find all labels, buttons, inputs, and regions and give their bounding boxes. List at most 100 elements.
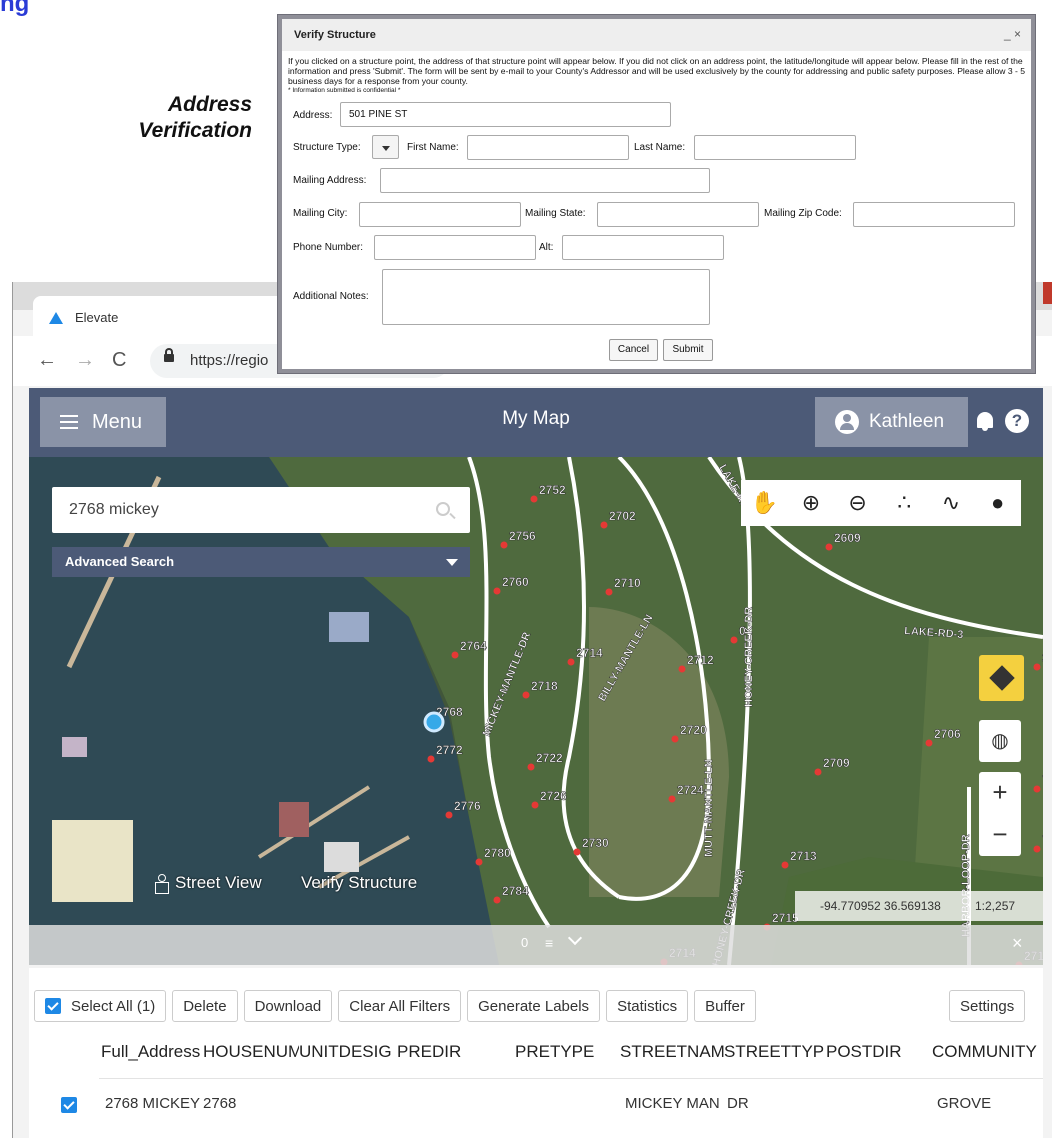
forward-arrow-icon[interactable]: →	[75, 348, 95, 372]
phone-number-field[interactable]	[374, 235, 536, 260]
select-all-checkbox[interactable]	[45, 998, 61, 1014]
points-icon[interactable]: ∴	[886, 490, 922, 516]
street-view-link[interactable]: Street View	[155, 873, 262, 894]
menu-button[interactable]: Menu	[40, 397, 166, 447]
address-point[interactable]	[493, 587, 501, 595]
address-point[interactable]	[1033, 845, 1041, 853]
alt-phone-field[interactable]	[562, 235, 724, 260]
street-label: HARBOR-LOOP-DR	[960, 834, 972, 937]
address-point[interactable]	[475, 858, 483, 866]
address-point[interactable]	[531, 801, 539, 809]
dialog-titlebar[interactable]: Verify Structure _ ×	[282, 19, 1031, 51]
select-all-button[interactable]: Select All (1)	[34, 990, 167, 1022]
coordinates-text: -94.770952 36.569138	[820, 899, 941, 913]
address-point[interactable]	[527, 763, 535, 771]
basemap-globe-button[interactable]: ◍	[979, 720, 1021, 762]
address-point-label: 2722	[536, 751, 563, 765]
statistics-button[interactable]: Statistics	[606, 990, 689, 1022]
zoom-in-tool-icon[interactable]: ⊕	[793, 490, 829, 516]
address-point[interactable]	[925, 739, 933, 747]
column-header[interactable]: COMMUNITY	[932, 1042, 1043, 1062]
street-view-thumbnail[interactable]	[52, 820, 133, 902]
address-point[interactable]	[427, 755, 435, 763]
help-icon[interactable]: ?	[1005, 409, 1029, 433]
zoom-out-button[interactable]: −	[979, 814, 1021, 856]
address-point[interactable]	[567, 658, 575, 666]
clear-all-filters-button[interactable]: Clear All Filters	[338, 990, 462, 1022]
submit-button[interactable]: Submit	[663, 339, 713, 361]
address-point[interactable]	[493, 896, 501, 904]
column-header[interactable]: Full_Address	[101, 1042, 203, 1062]
row-checkbox[interactable]	[61, 1097, 77, 1113]
pan-icon[interactable]: ✋	[746, 490, 782, 516]
address-point[interactable]	[668, 795, 676, 803]
additional-notes-field[interactable]	[382, 269, 710, 325]
search-input[interactable]	[52, 487, 432, 533]
reload-icon[interactable]: C	[112, 348, 126, 372]
first-name-field[interactable]	[467, 135, 629, 160]
close-icon[interactable]: ×	[1012, 933, 1023, 954]
verify-structure-link[interactable]: Verify Structure	[301, 873, 417, 893]
app-header: Menu My Map Kathleen ?	[29, 388, 1043, 457]
address-point[interactable]	[530, 495, 538, 503]
address-field[interactable]	[340, 102, 671, 127]
elevate-favicon-icon	[49, 312, 63, 324]
advanced-search-dropdown[interactable]: Advanced Search	[52, 547, 470, 577]
column-header[interactable]: PREDIR	[397, 1042, 487, 1062]
map-view[interactable]: 2752 2702 2756 2609 2760 2710 2764 2714 2712 2718…	[29, 457, 1043, 965]
list-icon[interactable]: ≡	[545, 935, 553, 951]
results-toggle-bar[interactable]: 0 ≡ ×	[29, 925, 1043, 965]
address-point[interactable]	[1033, 785, 1041, 793]
cancel-button[interactable]: Cancel	[609, 339, 658, 361]
address-point-label: 2714	[576, 646, 603, 660]
delete-button[interactable]: Delete	[172, 990, 238, 1022]
table-header: Full_Address HOUSENUM UNITDESIG PREDIR P…	[29, 1042, 1043, 1074]
dialog-window-controls[interactable]: _ ×	[1004, 27, 1021, 41]
column-header[interactable]: STREETTYP	[724, 1042, 824, 1062]
column-header[interactable]: HOUSENUM	[203, 1042, 299, 1062]
zoom-in-button[interactable]: +	[979, 772, 1021, 814]
last-name-field[interactable]	[694, 135, 856, 160]
back-arrow-icon[interactable]: ←	[37, 348, 57, 372]
palette-icon[interactable]: ●	[980, 490, 1016, 516]
address-point[interactable]	[451, 651, 459, 659]
address-point[interactable]	[522, 691, 530, 699]
address-point[interactable]	[678, 665, 686, 673]
user-button[interactable]: Kathleen	[815, 397, 968, 447]
address-point[interactable]	[825, 543, 833, 551]
zoom-out-tool-icon[interactable]: ⊖	[840, 490, 876, 516]
address-point[interactable]	[730, 636, 738, 644]
address-point[interactable]	[814, 768, 822, 776]
window-close-area[interactable]	[1043, 282, 1052, 304]
bell-icon[interactable]	[977, 412, 993, 431]
generate-labels-button[interactable]: Generate Labels	[467, 990, 601, 1022]
layers-button[interactable]	[979, 655, 1024, 701]
address-point[interactable]	[781, 861, 789, 869]
browser-tab[interactable]: Elevate	[33, 296, 303, 336]
freehand-icon[interactable]: ∿	[933, 490, 969, 516]
chevron-down-icon[interactable]	[567, 930, 583, 946]
column-header[interactable]: UNITDESIG	[299, 1042, 395, 1062]
mailing-state-field[interactable]	[597, 202, 759, 227]
structure-type-select[interactable]	[372, 135, 399, 159]
search-icon[interactable]	[436, 502, 450, 516]
address-point[interactable]	[573, 848, 581, 856]
address-point[interactable]	[671, 735, 679, 743]
mailing-zip-field[interactable]	[853, 202, 1015, 227]
address-point[interactable]	[605, 588, 613, 596]
mailing-city-field[interactable]	[359, 202, 521, 227]
mailing-address-field[interactable]	[380, 168, 710, 193]
address-point[interactable]	[500, 541, 508, 549]
column-header[interactable]: STREETNAME	[620, 1042, 724, 1062]
download-button[interactable]: Download	[243, 990, 333, 1022]
buffer-button[interactable]: Buffer	[694, 990, 756, 1022]
pegman-icon	[155, 874, 169, 894]
column-header[interactable]: POSTDIR	[826, 1042, 926, 1062]
address-point[interactable]	[1033, 663, 1041, 671]
table-row[interactable]: 2768 MICKEY 2768 MICKEY MAN DR GROVE	[29, 1090, 1043, 1118]
address-point-label: 2706	[934, 727, 961, 741]
address-point[interactable]	[600, 521, 608, 529]
settings-button[interactable]: Settings	[949, 990, 1026, 1022]
address-point[interactable]	[445, 811, 453, 819]
column-header[interactable]: PRETYPE	[515, 1042, 605, 1062]
